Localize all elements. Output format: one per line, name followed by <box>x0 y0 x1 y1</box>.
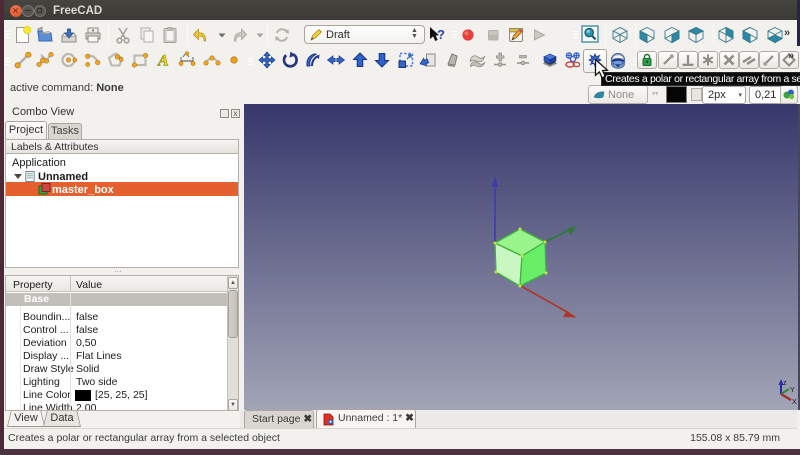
svg-text:?: ? <box>437 27 445 42</box>
svg-text:Y: Y <box>790 387 795 394</box>
svg-text:X: X <box>792 399 797 406</box>
svg-text:A: A <box>157 53 169 70</box>
svg-text:z: z <box>783 380 787 387</box>
